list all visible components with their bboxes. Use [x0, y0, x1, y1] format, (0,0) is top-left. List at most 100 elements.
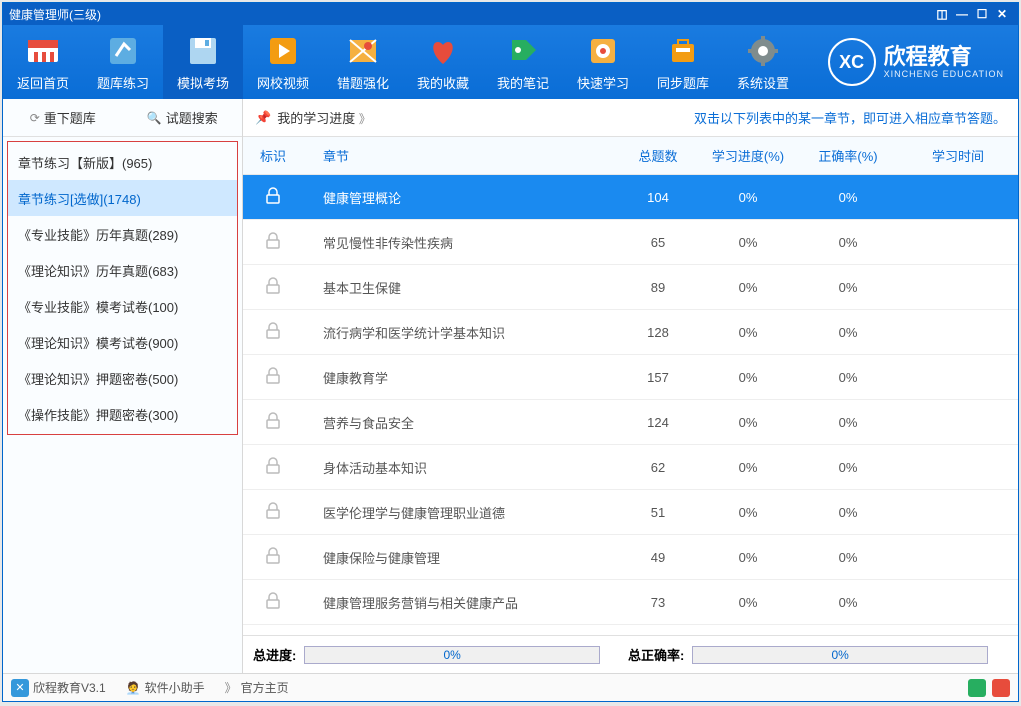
lock-icon — [243, 412, 303, 433]
status-home[interactable]: 》 官方主页 — [225, 679, 289, 696]
cell-progress: 0% — [698, 235, 798, 250]
cell-total: 124 — [618, 415, 698, 430]
toolbar-sync[interactable]: 同步题库 — [643, 25, 723, 99]
cell-total: 49 — [618, 550, 698, 565]
toolbar-mock-exam[interactable]: 模拟考场 — [163, 25, 243, 99]
sidebar-item[interactable]: 章节练习[选做](1748) — [8, 180, 237, 216]
sidebar-item[interactable]: 《操作技能》押题密卷(300) — [8, 396, 237, 432]
close-square-icon: ✕ — [11, 679, 29, 697]
cell-chapter: 基本卫生保健 — [303, 278, 618, 297]
table-row[interactable]: 健康管理服务营销与相关健康产品730%0% — [243, 580, 1018, 625]
cell-chapter: 身体活动基本知识 — [303, 458, 618, 477]
col-total: 总题数 — [618, 146, 698, 165]
sidebar-item[interactable]: 《专业技能》模考试卷(100) — [8, 288, 237, 324]
chevron-down-icon: ⟳ — [30, 111, 40, 125]
toolbar-wrong-questions[interactable]: 错题强化 — [323, 25, 403, 99]
lock-icon — [243, 322, 303, 343]
lock-icon — [243, 277, 303, 298]
notebook-icon — [105, 33, 141, 69]
table-row[interactable]: 健康教育学1570%0% — [243, 355, 1018, 400]
cell-total: 65 — [618, 235, 698, 250]
win-restore-icon[interactable]: ◫ — [932, 7, 952, 21]
table-row[interactable]: 健康管理概论1040%0% — [243, 175, 1018, 220]
toolbar-video[interactable]: 网校视频 — [243, 25, 323, 99]
home-icon — [25, 33, 61, 69]
total-progress-label: 总进度: — [253, 645, 296, 664]
col-progress: 学习进度(%) — [698, 146, 798, 165]
table-row[interactable]: 基本卫生保健890%0% — [243, 265, 1018, 310]
cell-accuracy: 0% — [798, 550, 898, 565]
table-row[interactable]: 健康保险与健康管理490%0% — [243, 535, 1018, 580]
table-body: 健康管理概论1040%0%常见慢性非传染性疾病650%0%基本卫生保健890%0… — [243, 175, 1018, 635]
cell-accuracy: 0% — [798, 280, 898, 295]
gear-icon — [745, 33, 781, 69]
toolbar-question-bank[interactable]: 题库练习 — [83, 25, 163, 99]
lock-icon — [243, 187, 303, 208]
sidebar-item[interactable]: 《专业技能》历年真题(289) — [8, 216, 237, 252]
search-questions-button[interactable]: 🔍 试题搜索 — [123, 108, 243, 127]
win-minimize-icon[interactable]: — — [952, 7, 972, 21]
sidebar-item[interactable]: 《理论知识》历年真题(683) — [8, 252, 237, 288]
map-icon — [345, 33, 381, 69]
play-icon — [265, 33, 301, 69]
col-accuracy: 正确率(%) — [798, 146, 898, 165]
stats-icon[interactable] — [968, 679, 986, 697]
hint-text: 双击以下列表中的某一章节，即可进入相应章节答题。 — [694, 108, 1006, 127]
sidebar: ⟳ 重下题库 🔍 试题搜索 章节练习【新版】(965)章节练习[选做](1748… — [3, 99, 243, 673]
toolbar-favorites[interactable]: 我的收藏 — [403, 25, 483, 99]
window-title: 健康管理师(三级) — [9, 6, 101, 23]
cell-chapter: 常见慢性非传染性疾病 — [303, 233, 618, 252]
cell-total: 104 — [618, 190, 698, 205]
cell-accuracy: 0% — [798, 415, 898, 430]
tag-icon — [505, 33, 541, 69]
table-row[interactable]: 营养与食品安全1240%0% — [243, 400, 1018, 445]
toolbar-notes[interactable]: 我的笔记 — [483, 25, 563, 99]
table-row[interactable]: 医学伦理学与健康管理职业道德510%0% — [243, 490, 1018, 535]
toolbar-home[interactable]: 返回首页 — [3, 25, 83, 99]
cell-accuracy: 0% — [798, 190, 898, 205]
toolbar-quick-learn[interactable]: 快速学习 — [563, 25, 643, 99]
lock-icon — [243, 502, 303, 523]
win-maximize-icon[interactable]: ☐ — [972, 7, 992, 21]
save-icon — [185, 33, 221, 69]
cell-chapter: 流行病学和医学统计学基本知识 — [303, 323, 618, 342]
lock-icon — [243, 232, 303, 253]
total-accuracy-bar: 0% — [692, 646, 988, 664]
progress-link[interactable]: 我的学习进度 》 — [277, 108, 371, 127]
total-progress-bar: 0% — [304, 646, 600, 664]
cell-chapter: 健康教育学 — [303, 368, 618, 387]
table-row[interactable]: 流行病学和医学统计学基本知识1280%0% — [243, 310, 1018, 355]
status-app[interactable]: ✕ 欣程教育V3.1 — [11, 679, 106, 697]
statusbar: ✕ 欣程教育V3.1 🧑‍💼 软件小助手 》 官方主页 — [3, 673, 1018, 701]
titlebar: 健康管理师(三级) ◫ — ☐ ✕ — [3, 3, 1018, 25]
logo-mark-icon: XC — [828, 38, 876, 86]
sidebar-category-list: 章节练习【新版】(965)章节练习[选做](1748)《专业技能》历年真题(28… — [7, 141, 238, 435]
heart-icon — [425, 33, 461, 69]
cell-progress: 0% — [698, 415, 798, 430]
sidebar-item[interactable]: 《理论知识》模考试卷(900) — [8, 324, 237, 360]
helper-icon: 🧑‍💼 — [126, 681, 141, 695]
cell-accuracy: 0% — [798, 595, 898, 610]
cell-progress: 0% — [698, 280, 798, 295]
brand-logo: XC 欣程教育 XINCHENG EDUCATION — [828, 38, 1004, 86]
cell-progress: 0% — [698, 460, 798, 475]
search-icon: 🔍 — [147, 111, 162, 125]
cell-total: 51 — [618, 505, 698, 520]
cell-progress: 0% — [698, 370, 798, 385]
cell-chapter: 医学伦理学与健康管理职业道德 — [303, 503, 618, 522]
cell-chapter: 营养与食品安全 — [303, 413, 618, 432]
cell-progress: 0% — [698, 190, 798, 205]
redownload-button[interactable]: ⟳ 重下题库 — [3, 108, 123, 127]
bag-icon — [665, 33, 701, 69]
win-close-icon[interactable]: ✕ — [992, 7, 1012, 21]
sidebar-item[interactable]: 《理论知识》押题密卷(500) — [8, 360, 237, 396]
cell-chapter: 健康管理概论 — [303, 188, 618, 207]
chart-icon[interactable] — [992, 679, 1010, 697]
safe-icon — [585, 33, 621, 69]
table-row[interactable]: 身体活动基本知识620%0% — [243, 445, 1018, 490]
cell-total: 89 — [618, 280, 698, 295]
table-row[interactable]: 常见慢性非传染性疾病650%0% — [243, 220, 1018, 265]
toolbar-settings[interactable]: 系统设置 — [723, 25, 803, 99]
status-helper[interactable]: 🧑‍💼 软件小助手 — [126, 679, 205, 696]
sidebar-item[interactable]: 章节练习【新版】(965) — [8, 144, 237, 180]
